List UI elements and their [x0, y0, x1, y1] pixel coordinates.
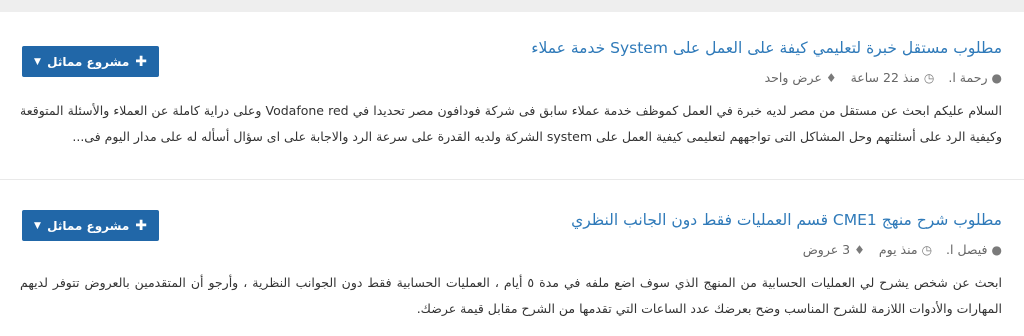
- similar-project-label: مشروع مماثل: [47, 54, 130, 69]
- project-meta: ● رحمة ا. ◷منذ 22 ساعة ♦عرض واحد: [755, 70, 1002, 86]
- project-description: السلام عليكم ابحث عن مستقل من مصر لديه خ…: [20, 103, 1003, 144]
- user-icon: ●: [991, 243, 1002, 257]
- similar-project-label: مشروع مماثل: [47, 218, 130, 233]
- project-meta: ● فيصل ا. ◷منذ يوم ♦3 عروض: [793, 242, 1002, 258]
- bids-count: 3 عروض: [802, 242, 851, 257]
- clock-icon: ◷: [921, 243, 933, 257]
- author-name[interactable]: فيصل ا.: [946, 242, 987, 257]
- posted-time: منذ 22 ساعة: [850, 70, 920, 85]
- time-meta: ◷منذ يوم: [879, 242, 932, 258]
- bids-count: عرض واحد: [764, 70, 822, 85]
- similar-project-button[interactable]: ✚ مشروع مماثل ▼: [22, 210, 159, 241]
- caret-down-icon: ▼: [34, 220, 41, 231]
- caret-down-icon: ▼: [34, 56, 41, 67]
- similar-project-button[interactable]: ✚ مشروع مماثل ▼: [22, 46, 159, 77]
- top-band: [0, 0, 1024, 12]
- tag-icon: ♦: [854, 243, 865, 257]
- plus-icon: ✚: [135, 53, 147, 70]
- project-title-link[interactable]: مطلوب شرح منهج CME1 قسم العمليات فقط دون…: [571, 210, 1002, 230]
- plus-icon: ✚: [135, 217, 147, 234]
- posted-time: منذ يوم: [878, 242, 918, 257]
- author-name[interactable]: رحمة ا.: [948, 70, 987, 85]
- project-description: ابحث عن شخص يشرح لي العمليات الحسابية من…: [20, 275, 1002, 316]
- bids-meta: ♦3 عروض: [803, 242, 865, 258]
- bids-meta: ♦عرض واحد: [765, 70, 837, 86]
- project-title-link[interactable]: مطلوب مستقل خبرة لتعليمي كيفة على العمل …: [531, 38, 1002, 58]
- project-card: مطلوب مستقل خبرة لتعليمي كيفة على العمل …: [0, 12, 1024, 180]
- author-meta: ● رحمة ا.: [948, 70, 1002, 86]
- tag-icon: ♦: [825, 71, 837, 85]
- clock-icon: ◷: [923, 71, 935, 85]
- project-card: مطلوب شرح منهج CME1 قسم العمليات فقط دون…: [0, 180, 1024, 336]
- user-icon: ●: [991, 71, 1002, 85]
- time-meta: ◷منذ 22 ساعة: [851, 70, 935, 86]
- author-meta: ● فيصل ا.: [946, 242, 1002, 258]
